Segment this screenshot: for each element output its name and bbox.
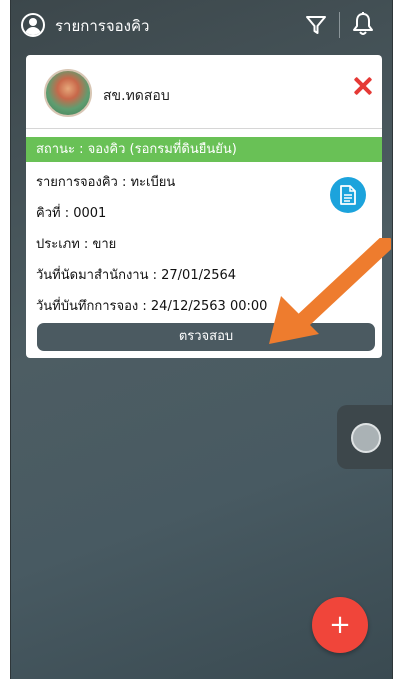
branch-emblem	[44, 69, 92, 117]
page-title: รายการจองคิว	[55, 17, 150, 35]
appointment-date-field: วันที่นัดมาสำนักงาน : 27/01/2564	[36, 268, 237, 283]
status-badge: สถานะ : จองคิว (รอกรมที่ดินยืนยัน)	[26, 137, 382, 162]
add-button[interactable]: +	[312, 597, 368, 653]
booking-type-field: รายการจองคิว : ทะเบียน	[36, 175, 176, 190]
category-field: ประเภท : ขาย	[36, 237, 117, 252]
document-icon	[340, 185, 356, 205]
phone-screen: รายการจองคิว สข.ทดสอบ สถานะ : จองคิว (รอ…	[10, 0, 393, 679]
branch-name: สข.ทดสอบ	[103, 88, 170, 104]
filter-icon[interactable]	[305, 14, 327, 36]
booking-recorded-date-field: วันที่บันทึกการจอง : 24/12/2563 00:00	[36, 299, 268, 314]
user-circle-icon[interactable]	[21, 13, 45, 37]
floating-assistive-button[interactable]	[337, 405, 392, 469]
app-bar: รายการจองคิว	[11, 0, 392, 50]
bell-icon[interactable]	[351, 11, 375, 37]
card-divider	[26, 128, 382, 129]
header-separator	[339, 12, 340, 38]
close-icon[interactable]	[352, 75, 374, 97]
document-button[interactable]	[330, 177, 366, 213]
annotation-arrow-icon	[269, 238, 391, 344]
queue-number-field: คิวที่ : 0001	[36, 206, 107, 221]
